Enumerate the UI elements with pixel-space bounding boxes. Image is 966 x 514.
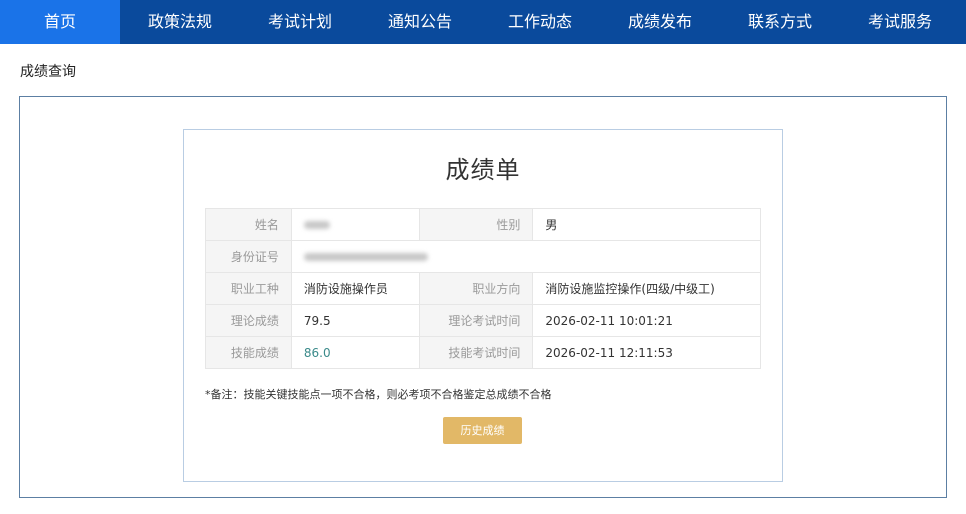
score-table: 姓名 性别 男 身份证号 职业工种 消防设施操作员 职业方向 消防设施监控操作(… [205,208,762,369]
nav-item-policy[interactable]: 政策法规 [120,0,240,44]
name-label: 姓名 [205,208,292,241]
gender-value: 男 [532,208,761,241]
id-number-value-redacted [290,240,762,273]
gender-label: 性别 [418,208,534,241]
nav-item-notices[interactable]: 通知公告 [360,0,480,44]
skill-score-value: 86.0 [290,336,420,369]
nav-item-score-release[interactable]: 成绩发布 [600,0,720,44]
skill-time-label: 技能考试时间 [418,336,534,369]
table-row: 身份证号 [205,240,762,273]
direction-label: 职业方向 [418,272,534,305]
skill-score-label: 技能成绩 [205,336,292,369]
nav-item-exam-service[interactable]: 考试服务 [840,0,960,44]
id-number-label: 身份证号 [205,240,292,273]
theory-score-value: 79.5 [290,304,420,337]
theory-time-label: 理论考试时间 [418,304,534,337]
main-navbar: 首页 政策法规 考试计划 通知公告 工作动态 成绩发布 联系方式 考试服务 [0,0,966,44]
remark-note: *备注：技能关键技能点一项不合格，则必考项不合格鉴定总成绩不合格 [205,388,552,401]
occupation-value: 消防设施操作员 [290,272,420,305]
direction-value: 消防设施监控操作(四级/中级工) [532,272,761,305]
table-row: 理论成绩 79.5 理论考试时间 2026-02-11 10:01:21 [205,304,761,337]
breadcrumb: 成绩查询 [20,64,76,80]
theory-score-label: 理论成绩 [205,304,292,337]
occupation-label: 职业工种 [205,272,292,305]
nav-item-contact[interactable]: 联系方式 [720,0,840,44]
nav-item-work-news[interactable]: 工作动态 [480,0,600,44]
nav-item-exam-plan[interactable]: 考试计划 [240,0,360,44]
table-row: 姓名 性别 男 [205,208,761,241]
theory-time-value: 2026-02-11 10:01:21 [532,304,761,337]
history-scores-button[interactable]: 历史成绩 [443,417,522,444]
nav-item-home[interactable]: 首页 [0,0,120,44]
report-title: 成绩单 [445,156,521,184]
name-value-redacted [290,208,420,241]
skill-time-value: 2026-02-11 12:11:53 [532,336,761,369]
table-row: 技能成绩 86.0 技能考试时间 2026-02-11 12:11:53 [205,336,761,369]
table-row: 职业工种 消防设施操作员 职业方向 消防设施监控操作(四级/中级工) [205,272,761,305]
